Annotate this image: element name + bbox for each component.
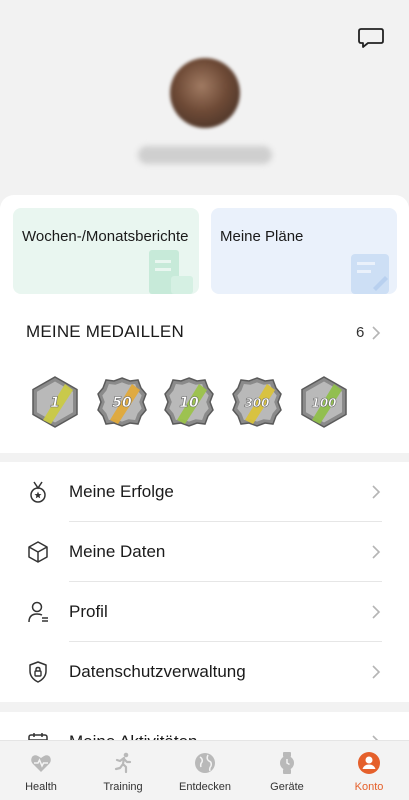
tab-label: Entdecken [179,781,231,793]
plan-document-icon [351,254,389,294]
menu-item-privacy[interactable]: Datenschutzverwaltung [0,642,409,702]
globe-icon [195,753,215,773]
chevron-right-icon [372,605,381,619]
medal-number: 1 [50,395,60,411]
tab-label: Health [25,781,57,793]
medals-count[interactable]: 6 [356,324,364,341]
menu-item-label: Profil [69,602,108,621]
my-plans-label: Meine Pläne [220,228,304,245]
menu-list: Meine Erfolge Meine Daten Profil Datensc… [0,462,409,702]
tab-label: Konto [354,781,384,793]
medal-badge[interactable]: 10 [163,376,215,428]
medal-icon [30,481,46,503]
message-icon[interactable] [357,26,385,52]
menu-item-label: Meine Erfolge [69,482,174,501]
lock-shield-icon [29,661,47,683]
chevron-right-icon [372,485,381,499]
tab-discover[interactable]: Entdecken [164,741,246,800]
medal-badge[interactable]: 100 [298,376,350,428]
avatar[interactable] [170,58,240,128]
tab-label: Training [103,781,143,793]
bottom-tab-bar: Health Training Entdecken Geräte Konto [0,740,409,800]
cube-icon [28,541,48,563]
medal-number: 50 [112,395,132,411]
tab-devices[interactable]: Geräte [246,741,328,800]
chevron-right-icon [372,665,381,679]
my-plans-card[interactable]: Meine Pläne [211,208,397,294]
menu-item-achievements[interactable]: Meine Erfolge [0,462,409,522]
tab-health[interactable]: Health [0,741,82,800]
tab-label: Geräte [270,781,304,793]
menu-item-profile[interactable]: Profil [0,582,409,642]
profile-header [0,0,409,205]
watch-icon [280,752,294,774]
username-blurred [138,146,272,164]
medal-badge[interactable]: 300 [231,376,283,428]
tab-account[interactable]: Konto [328,741,409,800]
weekly-monthly-reports-label: Wochen-/Monatsberichte [22,228,189,245]
medal-number: 10 [179,395,199,411]
user-icon [28,601,48,623]
chevron-right-icon [372,545,381,559]
medal-badge[interactable]: 50 [96,376,148,428]
heart-icon [31,755,51,772]
weekly-monthly-reports-card[interactable]: Wochen-/Monatsberichte [13,208,199,294]
medals-title: MEINE MEDAILLEN [26,322,184,341]
tab-training[interactable]: Training [82,741,164,800]
account-icon [358,752,380,774]
chevron-right-icon[interactable] [371,325,381,341]
medal-number: 100 [311,396,336,410]
report-document-icon [149,250,193,294]
menu-item-label: Meine Daten [69,542,166,561]
menu-item-label: Datenschutzverwaltung [69,662,246,681]
menu-item-data[interactable]: Meine Daten [0,522,409,582]
running-icon [114,752,132,774]
medal-number: 300 [244,396,269,410]
medal-badge[interactable]: 1 [29,376,81,428]
